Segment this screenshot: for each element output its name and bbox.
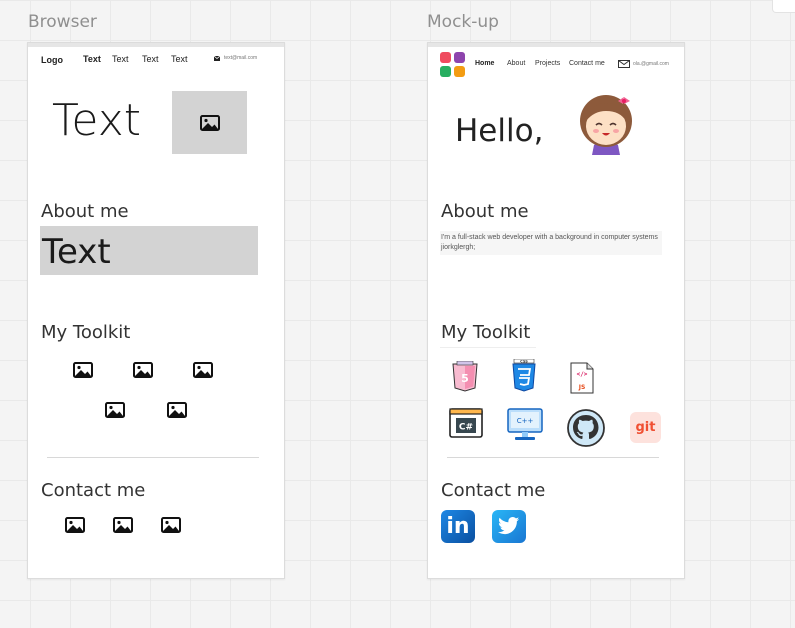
about-text: I'm a full-stack web developer with a ba… [441,234,658,251]
nav-link-3[interactable]: Text [142,54,159,64]
nav-email[interactable]: ola.@gmail.com [633,61,669,67]
canvas-corner-widget [772,0,795,13]
toolkit-image-icon-2 [133,362,153,378]
image-icon [200,115,220,131]
browser-frame[interactable]: Logo Text Text Text Text text@mail.com T… [27,42,285,579]
browser-frame-label: Browser [28,12,97,32]
browser-frame-topbar [28,43,284,47]
contact-heading: Contact me [41,480,146,501]
svg-text:C++: C++ [517,417,534,425]
nav-link-4[interactable]: Text [171,54,188,64]
twitter-icon[interactable] [492,510,526,543]
git-label: git [635,420,656,435]
toolkit-image-icon-3 [193,362,213,378]
nav-email[interactable]: text@mail.com [224,55,257,61]
mail-icon [214,56,220,61]
contact-image-icon-1[interactable] [65,517,85,533]
hero-greeting: Hello, [455,113,544,149]
nav-home[interactable]: Home [475,60,494,67]
linkedin-icon[interactable]: in [441,510,475,543]
mockup-frame[interactable]: Home About Projects Contact me ola.@gmai… [427,42,685,579]
svg-text:C#: C# [459,423,473,433]
about-heading: About me [41,201,129,222]
nav-logo[interactable]: Logo [41,55,63,65]
toolkit-divider [447,457,659,458]
mockup-frame-label: Mock-up [427,12,499,32]
toolkit-image-icon-4 [105,402,125,418]
about-heading: About me [441,201,529,222]
nav-link-1[interactable]: Text [83,54,101,64]
toolkit-heading: My Toolkit [441,322,531,343]
hero-image-placeholder [172,91,247,154]
nav-about[interactable]: About [507,60,525,67]
toolkit-heading: My Toolkit [41,322,131,343]
svg-text:5: 5 [461,372,469,385]
html5-icon: 5 [452,361,478,392]
toolkit-underline [440,347,536,348]
svg-text:JS: JS [578,384,586,391]
contact-image-icon-3[interactable] [161,517,181,533]
git-icon: git [630,412,661,443]
hero-text: Text [52,95,141,146]
contact-image-icon-2[interactable] [113,517,133,533]
svg-text:CSS: CSS [520,359,528,363]
girl-avatar-icon [580,95,632,155]
nav-contact[interactable]: Contact me [569,60,605,67]
css3-icon: CSS [512,359,536,392]
toolkit-image-icon-5 [167,402,187,418]
github-icon [567,409,605,447]
mockup-frame-topbar [428,43,684,47]
svg-text:</>: </> [577,371,588,378]
mail-icon [618,60,630,68]
logo-grid-icon[interactable] [440,52,466,78]
nav-projects[interactable]: Projects [535,60,560,67]
cpp-icon: C++ [507,408,543,440]
twitter-bird-icon [498,517,520,535]
toolkit-divider [47,457,259,458]
toolkit-image-icon-1 [73,362,93,378]
about-text: Text [42,232,111,272]
linkedin-label: in [446,514,470,539]
csharp-icon: C# [449,408,483,438]
javascript-icon: </> JS [570,362,594,394]
nav-link-2[interactable]: Text [112,54,129,64]
about-text-placeholder: Text [40,226,258,275]
about-text-box: I'm a full-stack web developer with a ba… [440,231,662,255]
contact-heading: Contact me [441,480,546,501]
